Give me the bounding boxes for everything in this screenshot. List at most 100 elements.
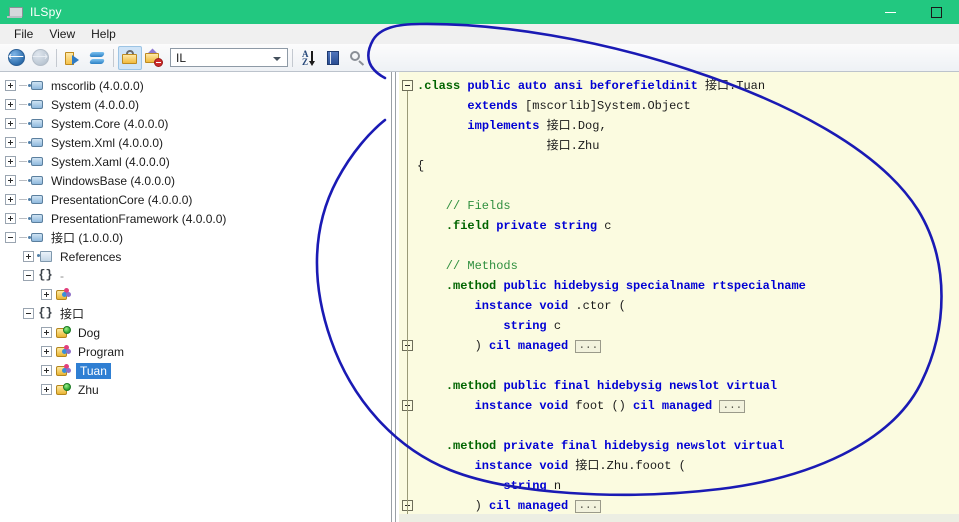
folder-lock-icon xyxy=(121,49,139,67)
assembly-icon xyxy=(28,135,45,150)
pane-splitter[interactable] xyxy=(389,72,399,522)
search-button[interactable] xyxy=(345,46,369,70)
expand-toggle-icon[interactable] xyxy=(41,346,52,357)
menu-help[interactable]: Help xyxy=(83,25,124,43)
expand-toggle-icon[interactable] xyxy=(5,175,16,186)
tree-tick xyxy=(19,218,27,219)
expand-toggle-icon[interactable] xyxy=(41,289,52,300)
tree-tick xyxy=(19,161,27,162)
forward-button[interactable]: ⟶ xyxy=(28,46,52,70)
tree-tick xyxy=(19,199,27,200)
tree-tick xyxy=(19,104,27,105)
collapse-toggle-icon[interactable] xyxy=(23,308,34,319)
tree-node[interactable]: System.Xml (4.0.0.0) xyxy=(0,133,389,152)
tree-node[interactable]: PresentationCore (4.0.0.0) xyxy=(0,190,389,209)
tree-node[interactable]: PresentationFramework (4.0.0.0) xyxy=(0,209,389,228)
assembly-tree[interactable]: mscorlib (4.0.0.0) System (4.0.0.0) System… xyxy=(0,72,389,522)
expand-toggle-icon[interactable] xyxy=(41,327,52,338)
sort-letter-z: Z xyxy=(302,56,309,67)
tree-node[interactable]: System (4.0.0.0) xyxy=(0,95,389,114)
expand-toggle-icon[interactable] xyxy=(41,384,52,395)
application-window-icon xyxy=(7,5,23,19)
tree-node-label: mscorlib (4.0.0.0) xyxy=(51,78,144,93)
tree-node-label: 接口 (1.0.0.0) xyxy=(51,231,124,245)
decompiler-code-view[interactable]: .class public auto ansi beforefieldinit … xyxy=(399,72,959,514)
expand-toggle-icon[interactable] xyxy=(5,99,16,110)
tree-node[interactable]: WindowsBase (4.0.0.0) xyxy=(0,171,389,190)
menu-view[interactable]: View xyxy=(41,25,83,43)
tree-node[interactable]: Zhu xyxy=(0,380,389,399)
tree-node[interactable]: 接口 (1.0.0.0) xyxy=(0,228,389,247)
code-line: instance void foot () cil managed ... xyxy=(399,396,806,416)
tree-node[interactable]: mscorlib (4.0.0.0) xyxy=(0,76,389,95)
menu-file[interactable]: File xyxy=(6,25,41,43)
code-line: extends [mscorlib]System.Object xyxy=(467,99,691,113)
tree-node-label: Dog xyxy=(78,325,101,340)
tree-node-label: PresentationCore (4.0.0.0) xyxy=(51,192,193,207)
fold-ellipsis[interactable]: ... xyxy=(575,340,602,353)
tree-node-label: WindowsBase (4.0.0.0) xyxy=(51,173,176,188)
main-split: mscorlib (4.0.0.0) System (4.0.0.0) System… xyxy=(0,72,959,522)
tree-node-label: References xyxy=(60,249,122,264)
tree-node[interactable]: {} 接口 xyxy=(0,304,389,323)
expand-toggle-icon[interactable] xyxy=(5,80,16,91)
code-line: .field private string c xyxy=(445,219,612,233)
class-icon xyxy=(55,287,72,302)
toolbar-separator-2 xyxy=(113,48,114,67)
expand-toggle-icon[interactable] xyxy=(5,118,16,129)
maximize-button[interactable] xyxy=(913,0,959,24)
assembly-icon xyxy=(28,154,45,169)
expand-toggle-icon[interactable] xyxy=(23,251,34,262)
toolbar-separator-1 xyxy=(56,48,57,67)
tree-node[interactable]: Tuan xyxy=(0,361,389,380)
code-line: .method private final hidebysig newslot … xyxy=(445,439,785,453)
expand-toggle-icon[interactable] xyxy=(5,156,16,167)
tree-node[interactable]: System.Xaml (4.0.0.0) xyxy=(0,152,389,171)
expand-toggle-icon[interactable] xyxy=(5,213,16,224)
back-button[interactable]: ⟵ xyxy=(4,46,28,70)
sort-button[interactable]: A Z xyxy=(297,46,321,70)
ilspy-window: ILSpy File View Help ⟵ ⟶ IL A Z mscorlib… xyxy=(0,0,959,522)
tree-node-label: System.Xml (4.0.0.0) xyxy=(51,135,164,150)
fold-ellipsis[interactable]: ... xyxy=(719,400,746,413)
folder-delete-icon xyxy=(145,48,163,67)
il-code-text: .class public auto ansi beforefieldinit … xyxy=(399,76,806,514)
code-line: .class public auto ansi beforefieldinit … xyxy=(417,79,766,93)
menu-bar: File View Help xyxy=(0,24,959,44)
toolbar: ⟵ ⟶ IL A Z xyxy=(0,44,959,72)
tree-node[interactable]: References xyxy=(0,247,389,266)
code-line: // Fields xyxy=(417,199,511,213)
forward-arrow-icon: ⟶ xyxy=(31,49,49,66)
expand-toggle-icon[interactable] xyxy=(5,194,16,205)
assembly-icon xyxy=(28,78,45,93)
collapse-toggle-icon[interactable] xyxy=(23,270,34,281)
open-assembly-button[interactable] xyxy=(61,46,85,70)
tree-node-label: Zhu xyxy=(78,382,99,397)
refresh-button[interactable] xyxy=(85,46,109,70)
code-line: .method public hidebysig specialname rts… xyxy=(445,279,806,293)
minimize-button[interactable] xyxy=(867,0,913,24)
tree-node[interactable]: System.Core (4.0.0.0) xyxy=(0,114,389,133)
tree-node[interactable]: {} - xyxy=(0,266,389,285)
tree-node[interactable] xyxy=(0,285,389,304)
magnifier-icon xyxy=(348,49,366,67)
code-view-bottom-strip xyxy=(399,514,959,522)
fold-ellipsis[interactable]: ... xyxy=(575,500,602,513)
tree-node-label: Program xyxy=(78,344,125,359)
remove-assembly-button[interactable] xyxy=(142,46,166,70)
tree-node[interactable]: Dog xyxy=(0,323,389,342)
expand-toggle-icon[interactable] xyxy=(5,137,16,148)
tree-node-label: PresentationFramework (4.0.0.0) xyxy=(51,211,227,226)
expand-toggle-icon[interactable] xyxy=(41,365,52,376)
documentation-button[interactable] xyxy=(321,46,345,70)
language-combobox[interactable]: IL xyxy=(170,48,288,67)
collapse-toggle-icon[interactable] xyxy=(5,232,16,243)
code-line: implements 接口.Dog, xyxy=(467,119,607,133)
tree-node-label: - xyxy=(60,268,64,283)
toolbar-separator-3 xyxy=(292,48,293,67)
class-icon xyxy=(55,344,72,359)
decompile-button[interactable] xyxy=(118,45,142,70)
tree-node[interactable]: Program xyxy=(0,342,389,361)
